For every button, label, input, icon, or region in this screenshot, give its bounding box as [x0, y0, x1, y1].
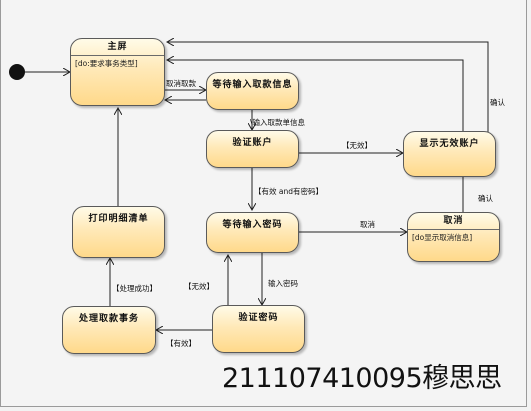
state-verify-password-title: 验证密码	[238, 313, 279, 323]
state-wait-amount: 等待输入取款信息	[206, 72, 299, 110]
state-verify-account-title: 验证账户	[232, 138, 273, 148]
state-process-title: 处理取款事务	[78, 314, 139, 324]
label-confirm-top: 确认	[490, 98, 505, 107]
author-watermark: 211107410095穆思思	[222, 363, 502, 394]
state-cancel: 取消 [do显示取消信息]	[407, 212, 500, 262]
state-invalid-account-title: 显示无效账户	[419, 139, 480, 149]
label-invalid-password: 【无效】	[184, 282, 214, 291]
state-print: 打印明细清单	[72, 206, 165, 258]
state-wait-amount-title: 等待输入取款信息	[212, 80, 293, 90]
label-invalid: 【无效】	[342, 141, 372, 150]
state-print-title: 打印明细清单	[88, 214, 149, 224]
state-verify-password: 验证密码	[212, 305, 305, 353]
initial-node	[9, 64, 25, 80]
state-main-activity: [do:要求事务类型]	[75, 59, 138, 68]
state-verify-account: 验证账户	[206, 130, 299, 168]
state-cancel-title: 取消	[443, 216, 464, 226]
label-input-password: 输入密码	[268, 279, 298, 288]
state-process: 处理取款事务	[62, 306, 156, 354]
state-invalid-account: 显示无效账户	[403, 131, 496, 177]
state-wait-password-title: 等待输入密码	[222, 220, 283, 230]
label-valid-password: 【有效 and有密码】	[254, 187, 323, 196]
state-main-title: 主屏	[107, 42, 128, 52]
state-main: 主屏 [do:要求事务类型]	[70, 38, 165, 106]
state-wait-password: 等待输入密码	[206, 212, 299, 253]
label-cancel-withdraw: 取消取款	[166, 79, 196, 88]
label-process-success: 【处理成功】	[112, 284, 157, 293]
label-valid-password-edge: 【有效】	[166, 339, 196, 348]
state-cancel-activity: [do显示取消信息]	[412, 233, 473, 242]
label-cancel-edge: 取消	[360, 220, 375, 229]
label-confirm-cancel: 确认	[478, 194, 493, 203]
label-input-amount: \输入取款单信息	[250, 118, 306, 127]
